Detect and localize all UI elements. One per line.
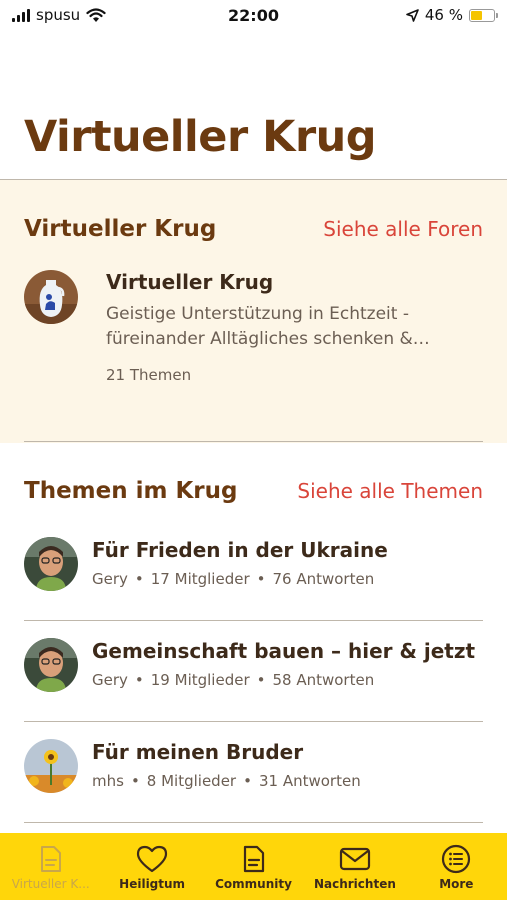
topic-meta: Gery • 17 Mitglieder • 76 Antworten [92,570,483,588]
meta-separator: • [134,671,144,689]
tab-label: Nachrichten [313,877,396,891]
topic-title: Gemeinschaft bauen – hier & jetzt [92,639,476,663]
topic-title: Für meinen Bruder [92,740,304,764]
tab-heiligtum[interactable]: Heiligtum [101,833,202,900]
list-circle-icon [440,844,472,874]
krug-section: Virtueller Krug Siehe alle Foren Virtuel… [0,180,507,443]
topic-author: Gery [92,671,128,689]
topic-row[interactable]: Für meinen Bruder mhs • 8 Mitglieder • 31 An… [24,722,483,823]
forum-description: Geistige Unterstützung in Echtzeit - für… [106,304,430,349]
section-divider [24,441,483,442]
forum-text: Virtueller Krug Geistige Unterstützung i… [106,270,483,384]
tab-nachrichten[interactable]: Nachrichten [304,833,405,900]
heart-icon [136,844,168,874]
document-lines-icon [238,844,270,874]
document-icon [35,844,67,874]
topic-row[interactable]: Gemeinschaft bauen – hier & jetzt Gery • 1… [24,621,483,722]
topic-list: Für Frieden in der Ukraine Gery • 17 Mitgl… [24,520,483,823]
meta-separator: • [256,570,266,588]
tab-more[interactable]: More [406,833,507,900]
tab-label: Virtueller K... [11,877,90,891]
krug-section-title: Virtueller Krug [24,216,217,242]
topic-members: 17 Mitglieder [150,570,250,588]
topic-author-avatar [24,537,78,591]
meta-separator: • [134,570,144,588]
topic-text: Für meinen Bruder mhs • 8 Mitglieder • 31 An… [92,740,483,790]
tab-community[interactable]: Community [203,833,304,900]
krug-section-header: Virtueller Krug Siehe alle Foren [24,216,483,242]
tab-label: More [439,877,474,891]
topic-text: Für Frieden in der Ukraine Gery • 17 Mitgl… [92,538,483,588]
topic-title: Für Frieden in der Ukraine [92,538,388,562]
topic-replies: 76 Antworten [272,570,375,588]
topic-meta: Gery • 19 Mitglieder • 58 Antworten [92,671,483,689]
topic-author: Gery [92,570,128,588]
status-right: 46 % [406,6,498,24]
topic-meta: mhs • 8 Mitglieder • 31 Antworten [92,772,483,790]
page-title: Virtueller Krug [24,112,377,162]
meta-separator: • [130,772,140,790]
envelope-icon [339,844,371,874]
topic-author-avatar [24,739,78,793]
topic-members: 8 Mitglieder [146,772,237,790]
tab-label: Community [215,877,292,891]
battery-percent: 46 % [424,6,463,24]
forum-name: Virtueller Krug [106,270,274,294]
forum-avatar [24,270,78,324]
see-all-topics-link[interactable]: Siehe alle Themen [297,479,483,503]
tab-label: Heiligtum [119,877,186,891]
battery-icon [469,8,498,22]
topic-replies: 31 Antworten [258,772,361,790]
themen-section-header: Themen im Krug Siehe alle Themen [24,478,483,504]
meta-separator: • [256,671,266,689]
topic-row[interactable]: Für Frieden in der Ukraine Gery • 17 Mitgl… [24,520,483,621]
status-bar: spusu 22:00 46 % [0,0,507,32]
topic-text: Gemeinschaft bauen – hier & jetzt Gery • 1… [92,639,483,689]
topic-author: mhs [92,772,124,790]
forum-item[interactable]: Virtueller Krug Geistige Unterstützung i… [24,270,483,390]
tab-virtueller-krug[interactable]: Virtueller K... [0,833,101,900]
see-all-forums-link[interactable]: Siehe alle Foren [323,217,483,241]
forum-topic-count: 21 Themen [106,366,192,384]
themen-section-title: Themen im Krug [24,478,238,504]
tab-bar: Virtueller K... Heiligtum Community Nach… [0,833,507,900]
topic-author-avatar [24,638,78,692]
location-arrow-icon [406,8,419,22]
topic-members: 19 Mitglieder [150,671,250,689]
topic-replies: 58 Antworten [272,671,375,689]
meta-separator: • [243,772,252,790]
